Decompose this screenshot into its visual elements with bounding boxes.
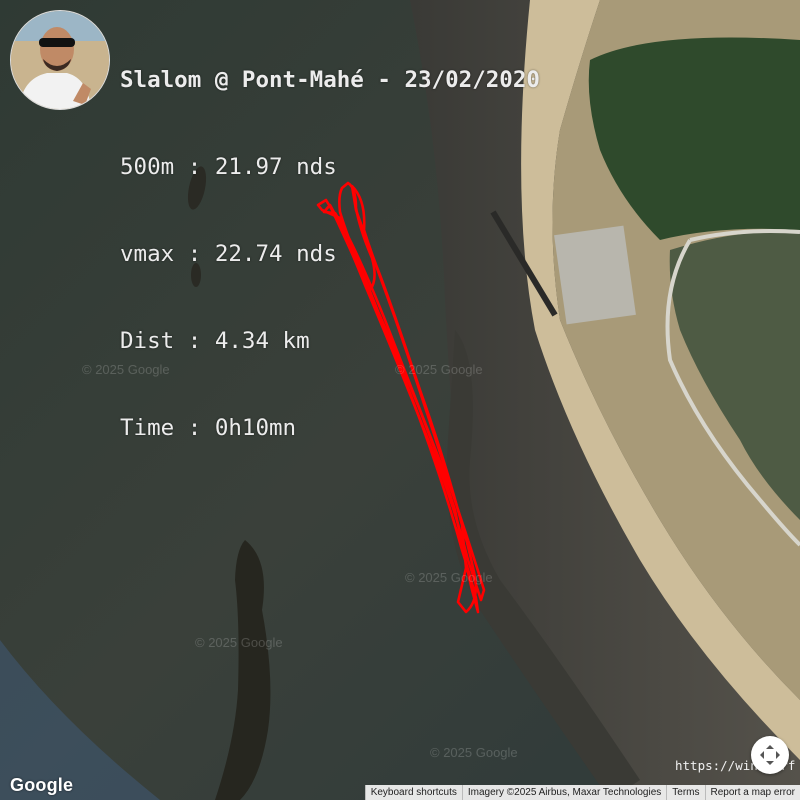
keyboard-shortcuts-link[interactable]: Keyboard shortcuts bbox=[364, 785, 462, 800]
stat-vmax: vmax : 22.74 nds bbox=[120, 241, 337, 267]
map-view[interactable]: © 2025 Google © 2025 Google © 2025 Googl… bbox=[0, 0, 800, 800]
map-watermark: © 2025 Google bbox=[430, 745, 518, 760]
imagery-credit: Imagery ©2025 Airbus, Maxar Technologies bbox=[461, 785, 667, 800]
fullscreen-button[interactable] bbox=[751, 736, 789, 774]
fullscreen-arrows-icon bbox=[760, 745, 780, 765]
avatar-photo bbox=[11, 11, 109, 109]
map-watermark: © 2025 Google bbox=[405, 570, 493, 585]
stat-500m: 500m : 21.97 nds bbox=[120, 154, 337, 180]
report-error-link[interactable]: Report a map error bbox=[704, 785, 800, 800]
attribution-bar: Keyboard shortcuts Imagery ©2025 Airbus,… bbox=[364, 785, 800, 800]
stat-distance: Dist : 4.34 km bbox=[120, 328, 310, 354]
session-title: Slalom @ Pont-Mahé - 23/02/2020 bbox=[120, 67, 540, 93]
avatar bbox=[10, 10, 110, 110]
session-stats: Slalom @ Pont-Mahé - 23/02/2020 500m : 2… bbox=[120, 8, 540, 501]
stat-time: Time : 0h10mn bbox=[120, 415, 297, 441]
map-watermark: © 2025 Google bbox=[195, 635, 283, 650]
google-logo[interactable]: Google bbox=[10, 775, 73, 796]
parking-lot bbox=[554, 225, 636, 325]
terms-link[interactable]: Terms bbox=[666, 785, 705, 800]
